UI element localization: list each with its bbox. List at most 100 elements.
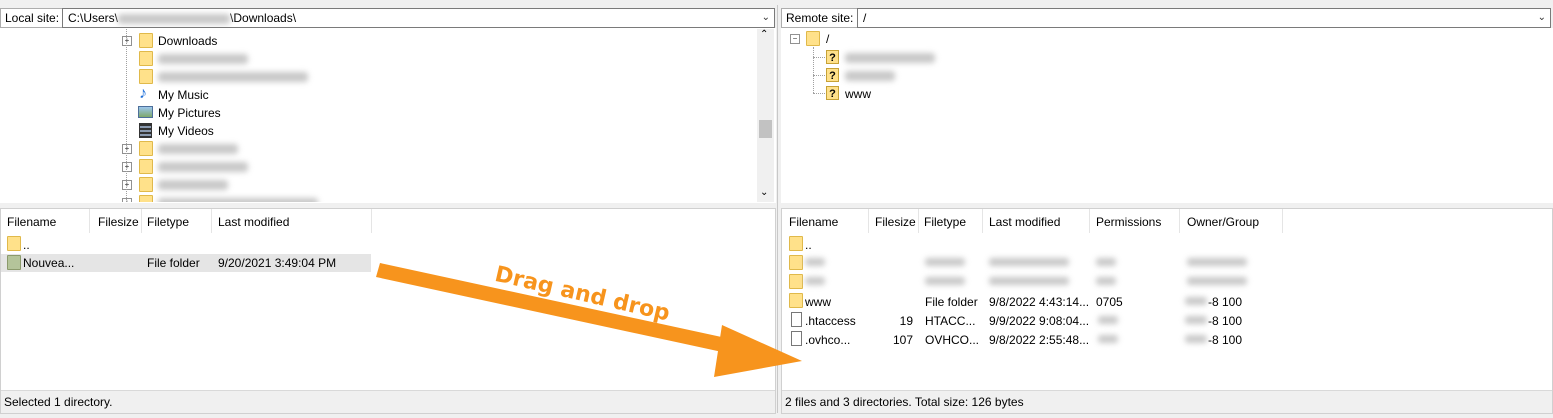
folder-icon — [789, 236, 803, 251]
tree-item[interactable]: + Downloads — [1, 32, 751, 50]
collapse-icon[interactable]: − — [790, 34, 800, 44]
remote-tree[interactable]: − / ??? www — [781, 28, 1553, 203]
chevron-down-icon[interactable]: ⌄ — [762, 9, 770, 27]
tree-item[interactable]: + — [1, 140, 751, 158]
col-filetype[interactable]: Filetype — [924, 215, 966, 229]
videos-icon — [139, 123, 152, 138]
col-filename[interactable]: Filename — [7, 215, 56, 229]
music-note-icon: ♪ — [139, 85, 147, 102]
col-last-modified[interactable]: Last modified — [989, 215, 1060, 229]
file-size: 107 — [892, 333, 913, 347]
tree-item[interactable]: ? — [782, 49, 1082, 67]
folder-icon — [139, 177, 153, 192]
tree-item-label: My Music — [158, 88, 209, 102]
expand-icon[interactable]: + — [122, 162, 132, 172]
remote-status-bar: 2 files and 3 directories. Total size: 1… — [782, 390, 1552, 413]
remote-file-list[interactable]: ⌃ Filename Filesize Filetype Last modifi… — [781, 208, 1553, 414]
column-divider[interactable] — [1089, 209, 1090, 233]
tree-item[interactable] — [1, 68, 751, 86]
tree-item[interactable]: ? www — [782, 85, 1082, 103]
tree-item[interactable]: ♪ My Music — [1, 85, 751, 104]
file-modified: 9/8/2022 4:43:14... — [989, 295, 1090, 309]
col-last-modified[interactable]: Last modified — [218, 215, 289, 229]
pictures-icon — [138, 106, 153, 118]
folder-icon — [7, 236, 21, 251]
file-modified: 9/9/2022 9:08:04... — [989, 314, 1090, 328]
scroll-thumb[interactable] — [759, 120, 772, 138]
local-tree[interactable]: + Downloads ♪ My Music My Pictures My Videos +… — [0, 28, 776, 203]
redacted-label — [158, 162, 248, 172]
redacted-cell — [925, 258, 965, 266]
table-row-selected[interactable]: Nouvea... File folder 9/20/2021 3:49:04 … — [1, 254, 371, 272]
tree-item[interactable] — [1, 50, 751, 68]
col-filesize[interactable]: Filesize — [98, 215, 139, 229]
local-site-bar: Local site: C:\Users\ \Downloads\ ⌄ — [0, 5, 775, 28]
tree-item[interactable]: + — [1, 194, 751, 202]
remote-site-label: Remote site: — [781, 8, 859, 28]
tree-guide-line — [813, 93, 825, 94]
redacted-label — [158, 180, 228, 190]
local-site-label: Local site: — [0, 8, 65, 28]
tree-item-label: www — [845, 87, 871, 101]
tree-guide-line — [813, 75, 825, 76]
tree-item[interactable]: My Pictures — [1, 104, 751, 122]
local-path-redacted — [118, 13, 231, 24]
expand-icon[interactable]: + — [122, 180, 132, 190]
redacted-permissions — [1098, 335, 1118, 343]
col-permissions[interactable]: Permissions — [1096, 215, 1161, 229]
file-type: File folder — [147, 256, 200, 270]
column-divider[interactable] — [918, 209, 919, 233]
table-row[interactable]: .htaccess 19 HTACC... 9/9/2022 9:08:04... -8… — [782, 311, 1282, 329]
table-row[interactable] — [782, 254, 1282, 272]
local-path-combo[interactable]: C:\Users\ \Downloads\ ⌄ — [62, 8, 775, 28]
expand-icon[interactable]: + — [122, 198, 132, 202]
column-divider[interactable] — [371, 209, 372, 233]
redacted-cell — [989, 277, 1069, 285]
table-row[interactable]: .. — [1, 235, 371, 253]
folder-icon — [139, 195, 153, 202]
table-row[interactable]: www File folder 9/8/2022 4:43:14... 0705 -8 … — [782, 292, 1282, 310]
column-divider[interactable] — [1179, 209, 1180, 233]
file-owner: -8 100 — [1208, 333, 1243, 347]
col-filetype[interactable]: Filetype — [147, 215, 189, 229]
tree-item[interactable]: My Videos — [1, 122, 751, 140]
column-divider[interactable] — [211, 209, 212, 233]
remote-tree-root[interactable]: / — [826, 32, 829, 46]
file-modified: 9/20/2021 3:49:04 PM — [218, 256, 337, 270]
scroll-up-icon[interactable]: ⌃ — [760, 29, 768, 40]
table-row[interactable]: .ovhco... 107 OVHCO... 9/8/2022 2:55:48... -… — [782, 330, 1282, 348]
redacted-label — [158, 54, 248, 64]
col-filesize[interactable]: Filesize — [875, 215, 916, 229]
remote-path-combo[interactable]: / ⌄ — [857, 8, 1551, 28]
tree-item-label: My Pictures — [158, 106, 221, 120]
folder-icon — [139, 159, 153, 174]
column-divider[interactable] — [141, 209, 142, 233]
redacted-label — [845, 71, 895, 81]
drag-and-drop-arrow — [376, 263, 802, 377]
local-tree-scrollbar[interactable]: ⌃ ⌄ — [757, 29, 774, 202]
table-row[interactable]: .. — [782, 235, 1282, 253]
tree-item[interactable]: + — [1, 176, 751, 194]
table-row[interactable] — [782, 273, 1282, 291]
scroll-down-icon[interactable]: ⌄ — [760, 187, 768, 198]
column-divider[interactable] — [982, 209, 983, 233]
column-divider[interactable] — [1282, 209, 1283, 233]
tree-item[interactable]: + — [1, 158, 751, 176]
folder-icon — [806, 31, 820, 46]
expand-icon[interactable]: + — [122, 144, 132, 154]
tree-item-label: Downloads — [158, 34, 218, 48]
file-type: File folder — [925, 295, 978, 309]
column-divider[interactable] — [868, 209, 869, 233]
folder-icon — [7, 255, 21, 270]
tree-item-label: My Videos — [158, 124, 214, 138]
file-name: .. — [805, 238, 812, 252]
redacted-cell — [1096, 258, 1116, 266]
expand-icon[interactable]: + — [122, 36, 132, 46]
tree-item[interactable]: ? — [782, 67, 1082, 85]
local-path-start: C:\Users\ — [68, 11, 119, 25]
col-filename[interactable]: Filename — [789, 215, 838, 229]
column-divider[interactable] — [89, 209, 90, 233]
chevron-down-icon[interactable]: ⌄ — [1538, 9, 1546, 27]
local-list-header: ⌃ Filename Filesize Filetype Last modifi… — [1, 209, 775, 233]
col-owner-group[interactable]: Owner/Group — [1187, 215, 1259, 229]
